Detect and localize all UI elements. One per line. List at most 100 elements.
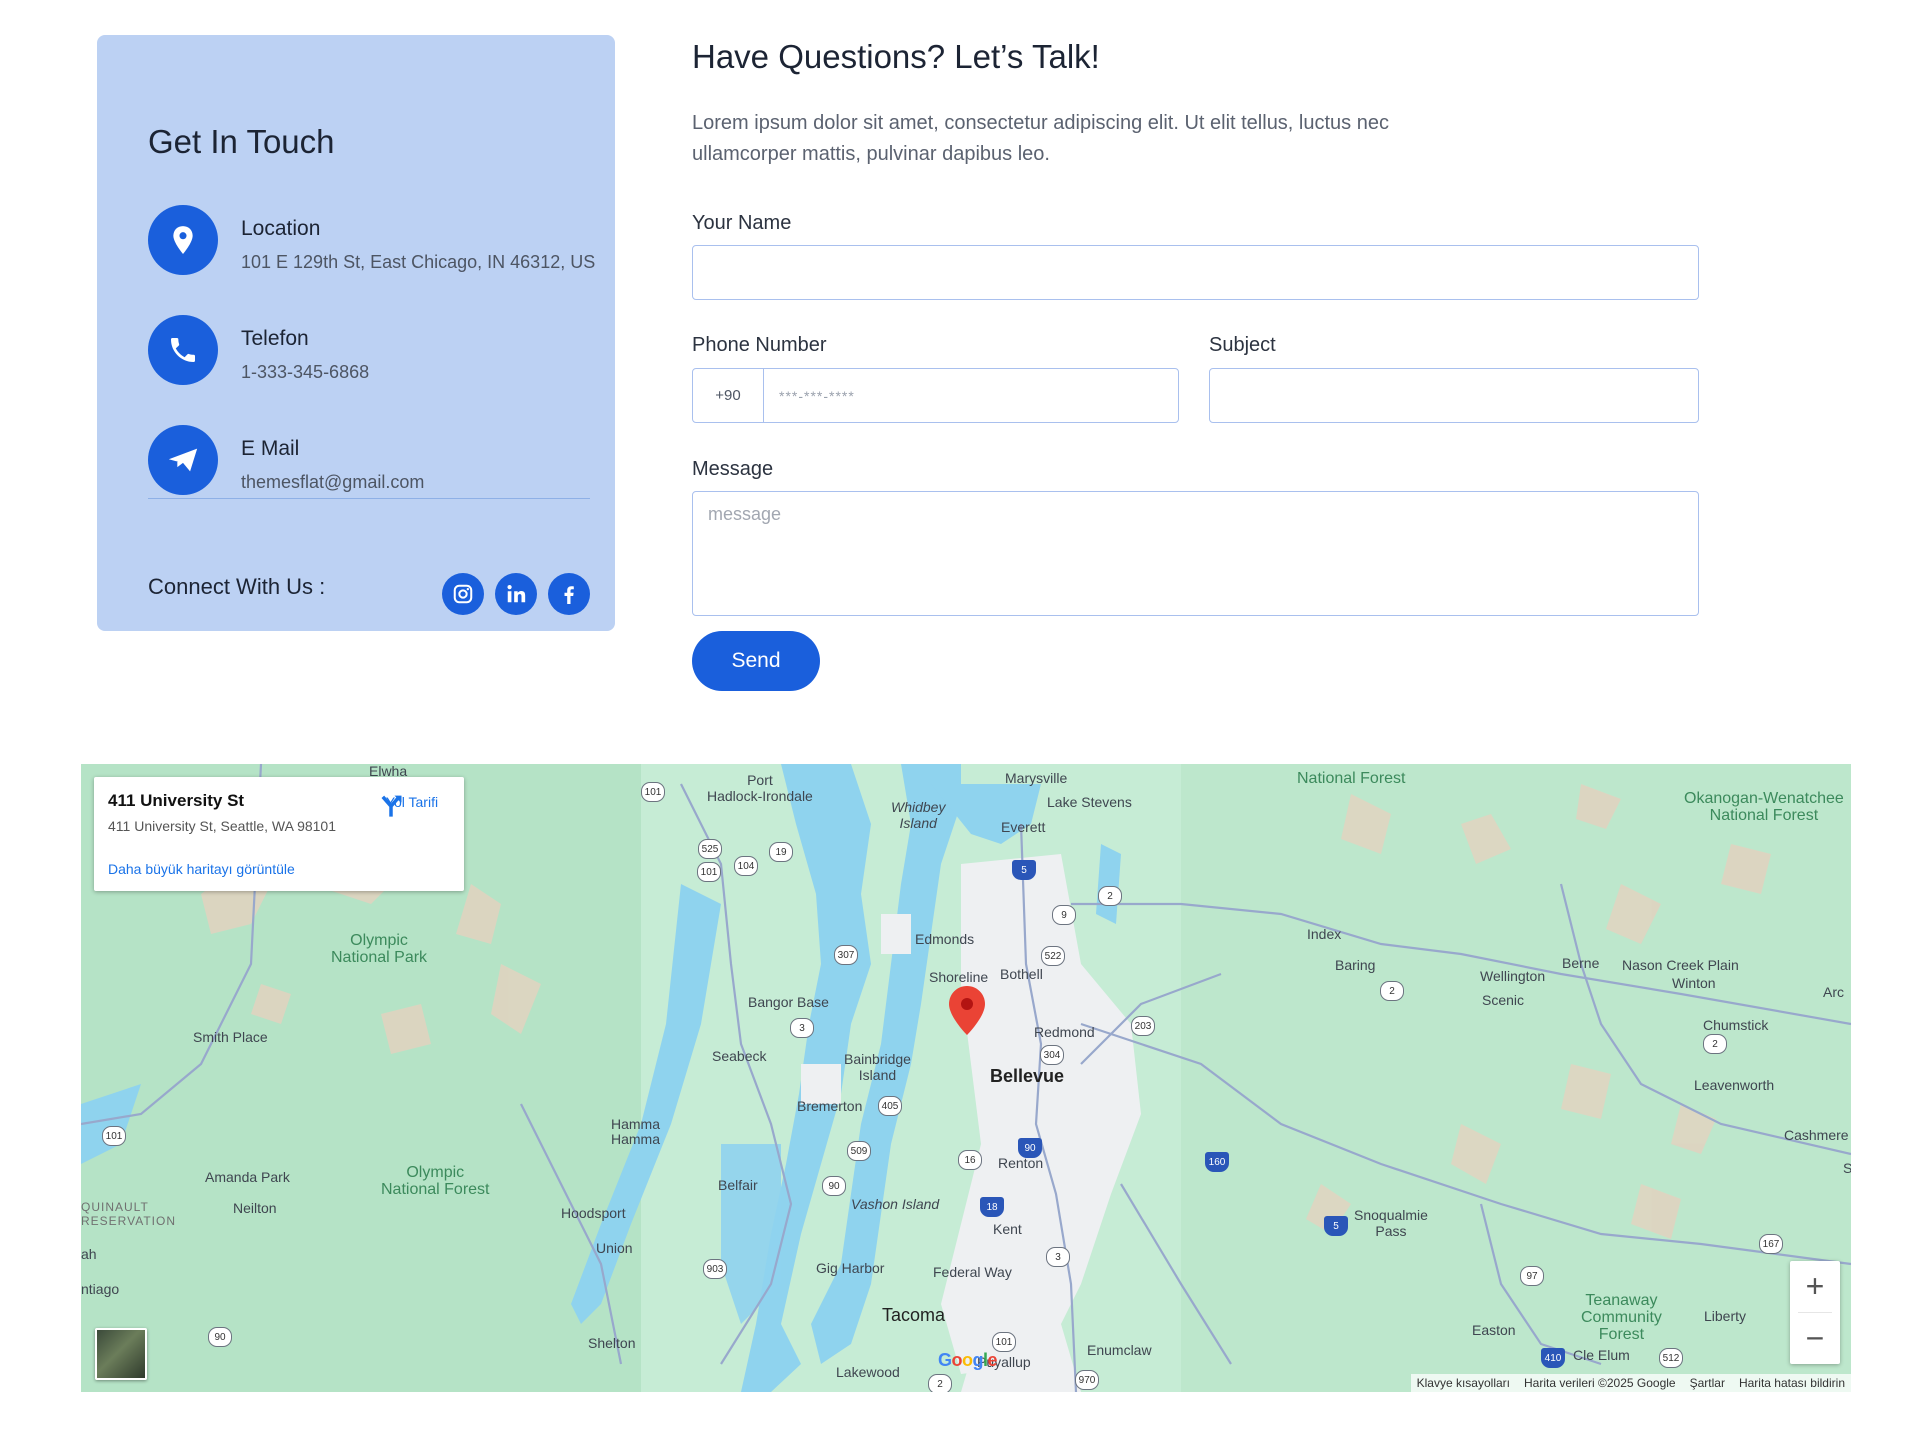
terms-link[interactable]: Şartlar <box>1690 1376 1725 1390</box>
directions-button[interactable]: Yol Tarifi <box>376 791 448 817</box>
route-shield: 522 <box>1041 946 1065 966</box>
place-gig-harbor: Gig Harbor <box>816 1260 885 1276</box>
form-description: Lorem ipsum dolor sit amet, consectetur … <box>692 112 1389 165</box>
place-baring: Baring <box>1335 957 1376 973</box>
place-kent: Kent <box>993 1221 1022 1237</box>
subject-field[interactable] <box>1209 368 1699 423</box>
place-olympic-np: Olympic National Park <box>331 932 428 966</box>
route-shield: 2 <box>1703 1034 1727 1054</box>
card-divider <box>148 498 590 499</box>
place-olympic-nf: Olympic National Forest <box>381 1164 490 1198</box>
embedded-map[interactable]: Elwha Port Hadlock-Irondale Whidbey Isla… <box>81 764 1851 1392</box>
contact-card: Get In Touch Location 101 E 129th St, Ea… <box>97 35 615 631</box>
facebook-icon[interactable] <box>548 573 590 615</box>
route-shield: 90 <box>822 1176 846 1196</box>
send-button[interactable]: Send <box>692 631 820 691</box>
place-wellington: Wellington <box>1480 968 1546 984</box>
directions-icon <box>381 795 402 817</box>
phone-info: Telefon 1-333-345-6868 <box>148 315 369 385</box>
route-shield: 970 <box>1075 1370 1099 1390</box>
place-seabeck: Seabeck <box>712 1048 767 1064</box>
route-shield: 2 <box>1098 886 1122 906</box>
place-lake-stevens: Lake Stevens <box>1047 794 1132 810</box>
place-okanogan: Okanogan-Wenatchee National Forest <box>1684 790 1844 824</box>
report-error-link[interactable]: Harita hatası bildirin <box>1739 1376 1845 1390</box>
place-edmonds: Edmonds <box>915 931 975 947</box>
message-label: Message <box>692 458 774 480</box>
route-shield: 167 <box>1759 1234 1783 1254</box>
phone-value[interactable]: 1-333-345-6868 <box>241 361 369 383</box>
place-quinault: QUINAULT RESERVATION <box>81 1200 177 1228</box>
route-shield: 9 <box>1052 905 1076 925</box>
place-leavenworth: Leavenworth <box>1694 1077 1775 1093</box>
route-shield: 3 <box>790 1018 814 1038</box>
email-value[interactable]: themesflat@gmail.com <box>241 471 424 493</box>
keyboard-shortcuts-link[interactable]: Klavye kısayolları <box>1417 1376 1510 1390</box>
route-shield: 203 <box>1131 1016 1155 1036</box>
route-shield: 101 <box>102 1126 126 1146</box>
route-shield: 307 <box>834 945 858 965</box>
place-hamma-hamma: Hamma Hamma <box>611 1116 661 1147</box>
place-belfair: Belfair <box>718 1177 758 1193</box>
email-label: E Mail <box>241 437 300 460</box>
message-placeholder: message <box>708 504 782 524</box>
place-bothell: Bothell <box>1000 966 1043 982</box>
place-bangor: Bangor Base <box>748 994 829 1010</box>
linkedin-icon[interactable] <box>495 573 537 615</box>
map-place-title: 411 University St <box>108 791 245 810</box>
phone-number-label: Phone Number <box>692 334 827 356</box>
location-value: 101 E 129th St, East Chicago, IN 46312, … <box>241 252 596 272</box>
name-label: Your Name <box>692 212 792 234</box>
country-code-select[interactable]: +90 <box>693 369 764 422</box>
place-scenic: Scenic <box>1482 992 1525 1008</box>
route-shield: 509 <box>847 1141 871 1161</box>
phone-number-field: +90 ***-***-**** <box>692 368 1179 423</box>
place-ntiago: ntiago <box>81 1281 120 1297</box>
map-place-address: 411 University St, Seattle, WA 98101 <box>108 818 337 834</box>
name-field[interactable] <box>692 245 1699 300</box>
instagram-icon[interactable] <box>442 573 484 615</box>
route-shield: 19 <box>769 842 793 862</box>
route-shield: 304 <box>1040 1045 1064 1065</box>
place-cashmere: Cashmere <box>1784 1127 1849 1143</box>
message-textarea[interactable]: message <box>692 491 1699 616</box>
location-info: Location 101 E 129th St, East Chicago, I… <box>148 205 595 275</box>
social-links <box>442 573 590 615</box>
place-smith-place: Smith Place <box>193 1029 268 1045</box>
place-enumclaw: Enumclaw <box>1087 1342 1152 1358</box>
place-arc: Arc <box>1823 984 1844 1000</box>
place-port-hadlock: Port Hadlock-Irondale <box>707 772 813 804</box>
place-s-edge: S <box>1843 1160 1851 1176</box>
route-shield: 3 <box>1046 1247 1070 1267</box>
place-union: Union <box>596 1240 633 1256</box>
place-easton: Easton <box>1472 1322 1516 1338</box>
connect-label: Connect With Us : <box>148 574 326 599</box>
route-shield: 97 <box>1520 1266 1544 1286</box>
place-index: Index <box>1307 926 1342 942</box>
route-shield: 104 <box>734 856 758 876</box>
place-federal-way: Federal Way <box>933 1264 1012 1280</box>
zoom-in-button[interactable]: + <box>1790 1261 1840 1312</box>
place-nason-creek: Nason Creek Plain <box>1622 957 1739 973</box>
route-shield: 512 <box>1659 1348 1683 1368</box>
route-shield: 90 <box>208 1327 232 1347</box>
interstate-shield: 160 <box>1205 1152 1229 1172</box>
route-shield: 903 <box>703 1259 727 1279</box>
place-liberty: Liberty <box>1704 1308 1747 1324</box>
phone-number-input[interactable]: ***-***-**** <box>764 369 1178 422</box>
place-marysville: Marysville <box>1005 770 1068 786</box>
place-lakewood: Lakewood <box>836 1364 900 1380</box>
zoom-out-button[interactable]: − <box>1790 1313 1840 1364</box>
place-teanaway: Teanaway Community Forest <box>1581 1292 1662 1343</box>
location-pin-icon <box>148 205 218 275</box>
place-snoqualmie: Snoqualmie Pass <box>1354 1207 1428 1239</box>
phone-label: Telefon <box>241 327 309 350</box>
phone-icon <box>148 315 218 385</box>
place-bainbridge: Bainbridge Island <box>844 1051 911 1083</box>
place-everett: Everett <box>1001 819 1046 835</box>
satellite-view-toggle[interactable] <box>95 1328 147 1380</box>
larger-map-link[interactable]: Daha büyük haritayı görüntüle <box>108 861 295 877</box>
place-hoodsport: Hoodsport <box>561 1205 626 1221</box>
route-shield: 101 <box>697 862 721 882</box>
place-redmond: Redmond <box>1034 1024 1095 1040</box>
